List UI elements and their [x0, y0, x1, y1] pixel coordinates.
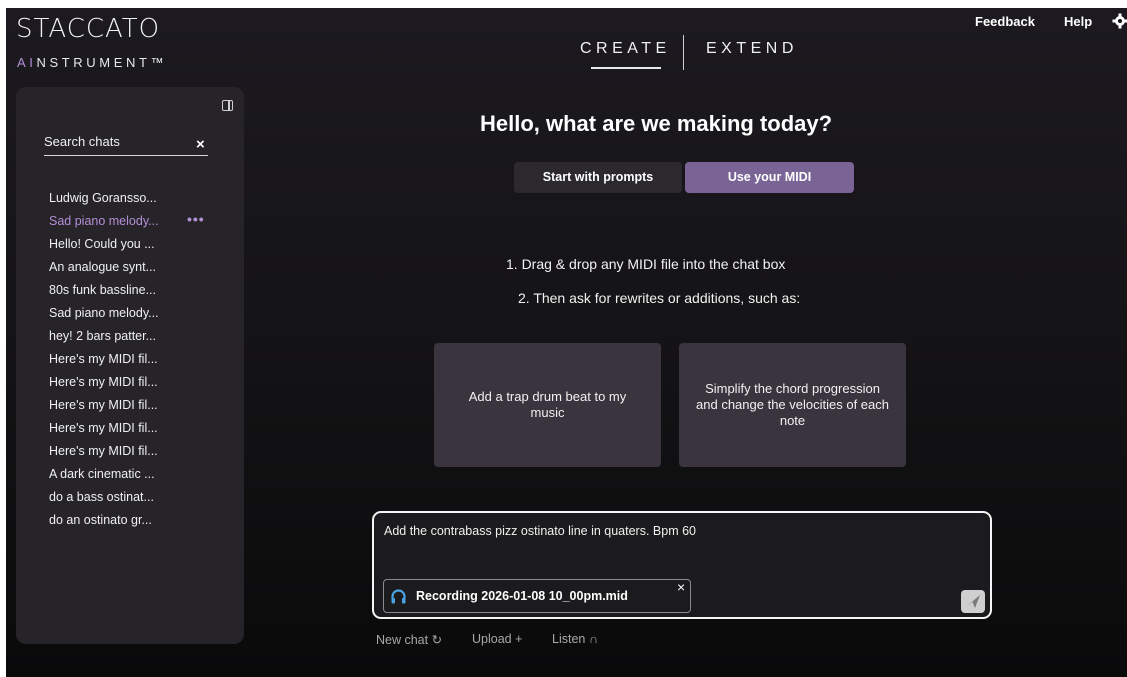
chat-composer[interactable]: Add the contrabass pizz ostinato line in… — [372, 511, 992, 619]
headphones-icon — [391, 589, 406, 604]
gear-icon[interactable] — [1112, 13, 1127, 29]
chat-item[interactable]: An analogue synt... — [49, 258, 239, 281]
chat-item[interactable]: Hello! Could you ... — [49, 235, 239, 258]
attachment-filename: Recording 2026-01-08 10_00pm.mid — [416, 589, 628, 603]
tab-use-your-midi[interactable]: Use your MIDI — [685, 162, 854, 193]
logo-instrument: NSTRUMENT™ — [36, 55, 168, 70]
nav-active-underline — [591, 67, 661, 69]
nav-create-tab[interactable]: CREATE — [580, 40, 671, 58]
listen-button[interactable]: Listen ∩ — [552, 632, 598, 646]
chat-item[interactable]: Ludwig Goransso... — [49, 189, 239, 212]
sidebar-toggle-icon[interactable] — [222, 100, 233, 111]
more-options-icon[interactable]: ••• — [187, 210, 205, 228]
search-chats-input[interactable]: Search chats — [44, 133, 208, 156]
chat-item-label: Sad piano melody... — [49, 214, 159, 228]
feedback-link[interactable]: Feedback — [975, 14, 1035, 29]
logo-subtitle: AINSTRUMENT™ — [17, 55, 167, 70]
chat-item[interactable]: Here's my MIDI fil... — [49, 373, 239, 396]
chat-item[interactable]: Sad piano melody... — [49, 304, 239, 327]
chat-item[interactable]: hey! 2 bars patter... — [49, 327, 239, 350]
suggestion-card[interactable]: Add a trap drum beat to my music — [434, 343, 661, 467]
upload-button[interactable]: Upload + — [472, 632, 522, 646]
chat-item[interactable]: A dark cinematic ... — [49, 465, 239, 488]
message-input[interactable]: Add the contrabass pizz ostinato line in… — [384, 524, 696, 538]
app-window: STACCATO AINSTRUMENT™ CREATE EXTEND Feed… — [6, 8, 1127, 677]
chat-item[interactable]: Here's my MIDI fil... — [49, 419, 239, 442]
clear-search-icon[interactable]: × — [196, 136, 205, 153]
chat-item[interactable]: Here's my MIDI fil... — [49, 442, 239, 465]
page-title: Hello, what are we making today? — [480, 111, 833, 136]
attachment-chip: Recording 2026-01-08 10_00pm.mid × — [383, 579, 691, 613]
help-link[interactable]: Help — [1064, 14, 1092, 29]
chat-list: Ludwig Goransso... Sad piano melody... ••… — [49, 189, 239, 534]
instruction-step-2: 2. Then ask for rewrites or additions, s… — [518, 290, 801, 306]
chat-item[interactable]: Here's my MIDI fil... — [49, 396, 239, 419]
chat-item[interactable]: do an ostinato gr... — [49, 511, 239, 534]
chat-item[interactable]: 80s funk bassline... — [49, 281, 239, 304]
nav-extend-tab[interactable]: EXTEND — [706, 40, 798, 58]
chat-item[interactable]: Here's my MIDI fil... — [49, 350, 239, 373]
logo-wordmark: STACCATO — [16, 14, 161, 44]
logo-ai: AI — [17, 55, 37, 70]
chat-item[interactable]: do a bass ostinat... — [49, 488, 239, 511]
instruction-step-1: 1. Drag & drop any MIDI file into the ch… — [506, 256, 786, 272]
new-chat-button[interactable]: New chat ↻ — [376, 632, 442, 647]
send-icon — [966, 595, 980, 608]
nav-divider — [683, 35, 684, 70]
suggestion-card[interactable]: Simplify the chord progression and chang… — [679, 343, 906, 467]
tab-start-with-prompts[interactable]: Start with prompts — [514, 162, 682, 193]
chat-item-active[interactable]: Sad piano melody... ••• — [49, 210, 239, 235]
sidebar: Search chats × Ludwig Goransso... Sad pi… — [16, 87, 244, 644]
send-button[interactable] — [961, 590, 985, 613]
remove-attachment-icon[interactable]: × — [677, 579, 685, 595]
